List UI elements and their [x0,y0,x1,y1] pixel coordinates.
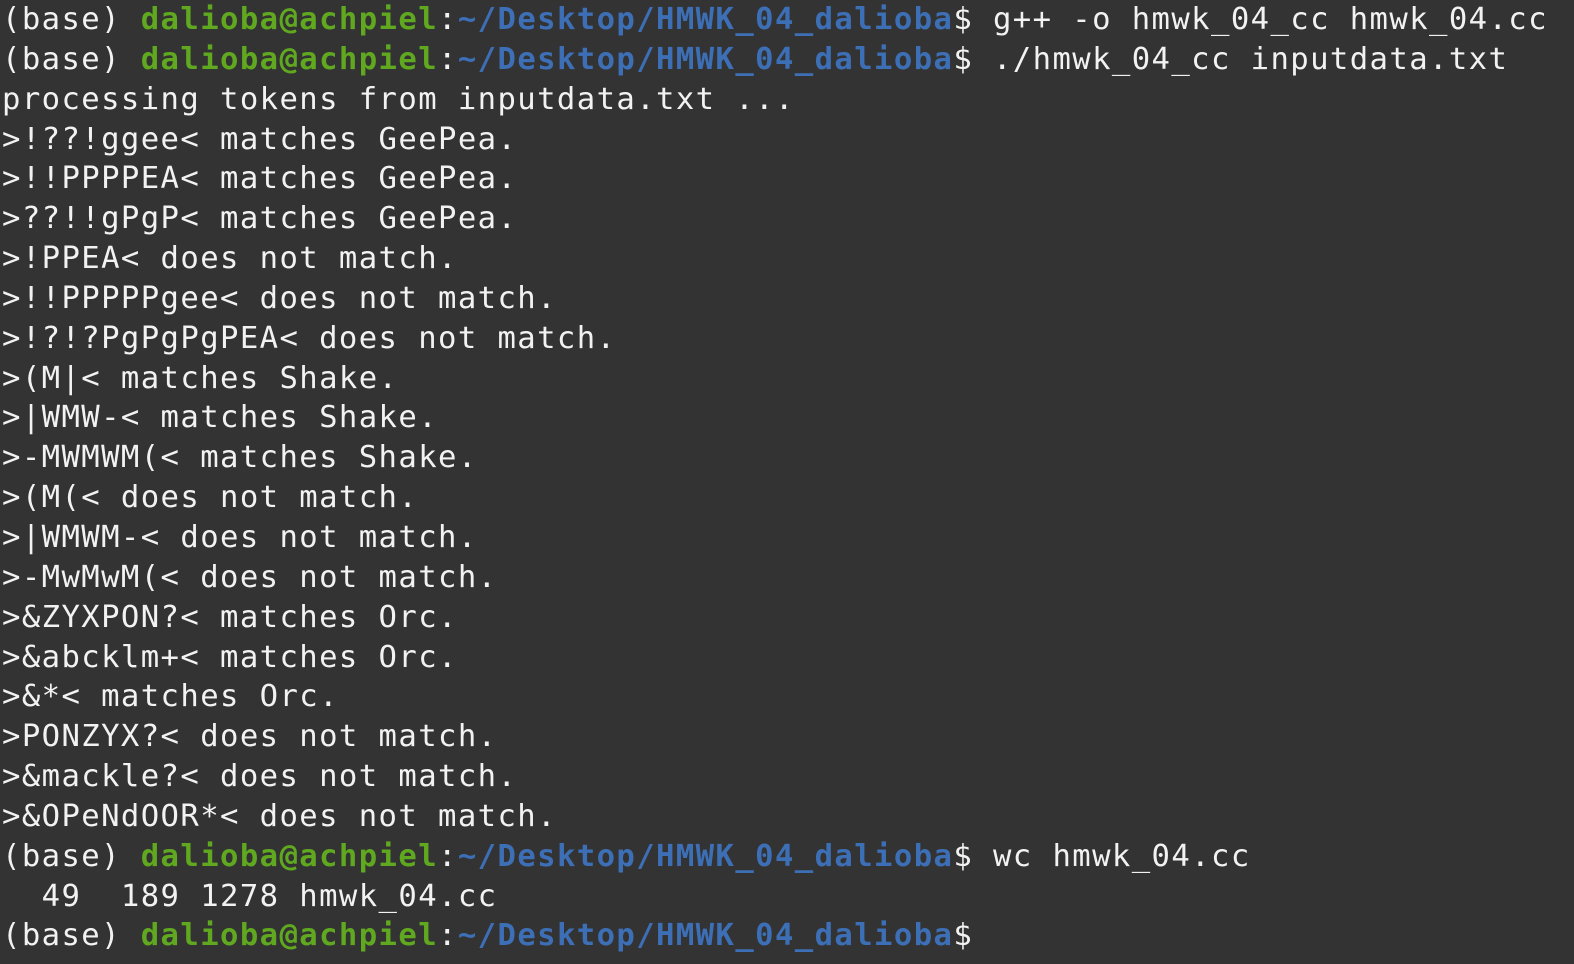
conda-env: (base) [2,2,141,37]
output-line: >-MWMWM(< matches Shake. [2,440,478,476]
user-host: dalioba@achpiel [140,2,439,37]
prompt-line-active[interactable]: (base) dalioba@achpiel:~/Desktop/HMWK_04… [2,916,1574,956]
output-line: >!!PPPPPgee< does not match. [2,280,557,316]
output-line: >&mackle?< does not match. [2,759,518,795]
conda-env: (base) [2,41,141,77]
output-line: >-MwMwM(< does not match. [2,559,498,595]
cwd-path: ~/Desktop/HMWK_04_dalioba [457,2,954,37]
conda-env: (base) [2,918,141,954]
prompt-separator: : [438,918,458,954]
prompt-separator: : [438,2,458,37]
output-line: >!!PPPPEA< matches GeePea. [2,161,518,197]
user-host: dalioba@achpiel [140,918,439,954]
user-host: dalioba@achpiel [140,838,439,874]
output-line: >|WMWM-< does not match. [2,519,478,555]
output-line: >&ZYXPON?< matches Orc. [2,599,458,635]
output-line: >!??!ggee< matches GeePea. [2,121,518,157]
prompt-separator: : [438,838,458,874]
output-line: processing tokens from inputdata.txt ... [2,81,795,117]
prompt-symbol: $ [953,41,974,77]
prompt-separator: : [438,41,458,77]
prompt-line-wc: (base) dalioba@achpiel:~/Desktop/HMWK_04… [2,837,1574,877]
output-line: >!?!?PgPgPgPEA< does not match. [2,320,617,356]
prompt-line-compile: (base) dalioba@achpiel:~/Desktop/HMWK_04… [2,0,1574,40]
prompt-symbol: $ [953,838,974,874]
output-line: >&OPeNdOOR*< does not match. [2,798,557,834]
cwd-path: ~/Desktop/HMWK_04_dalioba [457,41,954,77]
prompt-line-run: (base) dalioba@achpiel:~/Desktop/HMWK_04… [2,40,1574,80]
output-line: >&abcklm+< matches Orc. [2,639,458,675]
command-wc: wc hmwk_04.cc [973,838,1251,874]
command-compile: g++ -o hmwk_04_cc hmwk_04.cc [973,2,1548,37]
output-line: >??!!gPgP< matches GeePea. [2,201,518,237]
output-line: >(M|< matches Shake. [2,360,399,396]
command-run: ./hmwk_04_cc inputdata.txt [973,41,1509,77]
output-line: >!PPEA< does not match. [2,241,458,277]
prompt-symbol: $ [953,2,974,37]
output-line: >PONZYX?< does not match. [2,719,498,755]
prompt-symbol: $ [953,918,974,954]
user-host: dalioba@achpiel [140,41,439,77]
output-line: >(M(< does not match. [2,480,419,516]
cwd-path: ~/Desktop/HMWK_04_dalioba [457,838,954,874]
conda-env: (base) [2,838,141,874]
cwd-path: ~/Desktop/HMWK_04_dalioba [457,918,954,954]
output-line: >&*< matches Orc. [2,679,339,715]
output-line: >|WMW-< matches Shake. [2,400,439,436]
wc-output-line: 49 189 1278 hmwk_04.cc [2,878,498,914]
terminal-window[interactable]: (base) dalioba@achpiel:~/Desktop/HMWK_04… [0,0,1574,964]
